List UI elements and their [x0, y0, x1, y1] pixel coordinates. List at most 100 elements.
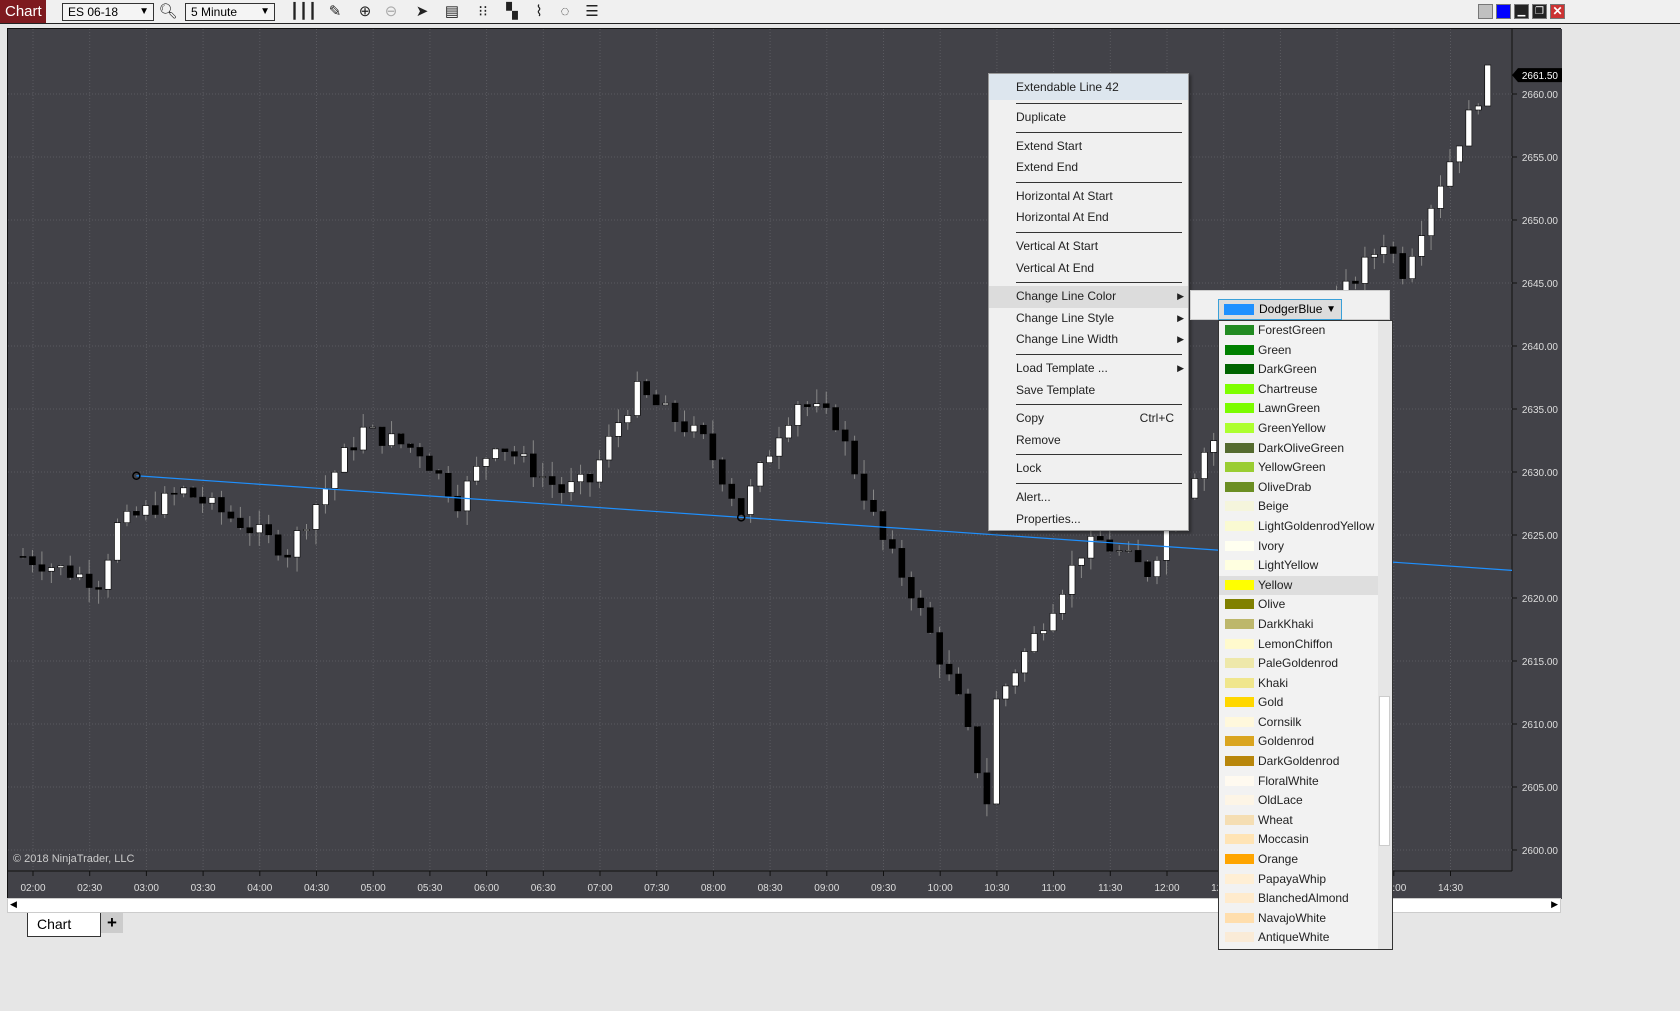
color-option[interactable]: PapayaWhip [1219, 870, 1392, 890]
color-option[interactable]: Goldenrod [1219, 732, 1392, 752]
scroll-thumb[interactable] [1379, 696, 1390, 846]
color-list[interactable]: ForestGreen Green DarkGreen Chartreuse LawnG… [1218, 320, 1393, 950]
properties-icon[interactable]: ⁝⁝ [473, 2, 493, 22]
color-swatch [1225, 716, 1254, 727]
candle [728, 483, 736, 499]
templates-icon[interactable]: ▚ [502, 2, 522, 22]
color-option[interactable]: Green [1219, 341, 1392, 361]
drawing-tool-icon[interactable]: ⌇ [529, 2, 549, 22]
candle [539, 476, 547, 478]
candle [889, 539, 896, 549]
color-option[interactable]: Beige [1219, 497, 1392, 517]
color-name: Beige [1258, 499, 1289, 514]
close-button[interactable]: ✕ [1550, 4, 1565, 19]
color-option[interactable]: Ivory [1219, 537, 1392, 557]
color-option[interactable]: Orange [1219, 850, 1392, 870]
color-option[interactable]: PaleGoldenrod [1219, 654, 1392, 674]
add-tab-button[interactable]: + [101, 913, 123, 933]
gray-color-swatch-button[interactable] [1478, 4, 1493, 19]
restore-button[interactable]: ❐ [1532, 4, 1547, 19]
color-option[interactable]: LightGoldenrodYellow [1219, 517, 1392, 537]
scroll-right-icon[interactable]: ▶ [1551, 899, 1558, 910]
candle [586, 474, 594, 483]
interval-selector[interactable]: 5 Minute ▼ [185, 3, 275, 21]
color-option[interactable]: ForestGreen [1219, 321, 1392, 341]
menu-item-label: Vertical At End [1016, 260, 1095, 275]
menu-item-properties[interactable]: Properties... [989, 509, 1188, 531]
bar-type-icon[interactable]: ┃┃┃ [290, 2, 317, 22]
scroll-left-icon[interactable]: ◀ [10, 899, 17, 910]
color-option[interactable]: Chartreuse [1219, 380, 1392, 400]
menu-item-extend-start[interactable]: Extend Start [989, 136, 1188, 158]
color-swatch [1225, 462, 1254, 473]
color-option[interactable]: GreenYellow [1219, 419, 1392, 439]
color-option[interactable]: FloralWhite [1219, 772, 1392, 792]
candle [1068, 564, 1076, 595]
menu-item-change-line-width[interactable]: Change Line Width ▶ [989, 329, 1188, 351]
color-option[interactable]: DarkKhaki [1219, 615, 1392, 635]
menu-item-change-line-color[interactable]: Change Line Color ▶ [989, 286, 1188, 308]
menu-item-lock[interactable]: Lock [989, 458, 1188, 480]
menu-item-remove[interactable]: Remove [989, 430, 1188, 452]
color-option[interactable]: LemonChiffon [1219, 635, 1392, 655]
zoom-in-icon[interactable]: ⊕ [355, 2, 375, 22]
line-color-dropdown[interactable]: DodgerBlue ▼ [1218, 299, 1342, 320]
candle [237, 517, 244, 529]
pointer-icon[interactable]: ➤ [412, 2, 432, 22]
menu-item-horizontal-at-end[interactable]: Horizontal At End [989, 207, 1188, 229]
pencil-icon[interactable]: ✎ [325, 2, 345, 22]
menu-item-horizontal-at-start[interactable]: Horizontal At Start [989, 186, 1188, 208]
blue-color-swatch-button[interactable] [1496, 4, 1511, 19]
color-option[interactable]: DarkGoldenrod [1219, 752, 1392, 772]
color-option[interactable]: OldLace [1219, 791, 1392, 811]
color-option[interactable]: Wheat [1219, 811, 1392, 831]
menu-item-alert[interactable]: Alert... [989, 487, 1188, 509]
menu-item-copy[interactable]: Copy Ctrl+C [989, 408, 1188, 430]
candle [1437, 185, 1444, 209]
candle [643, 381, 651, 396]
menu-item-save-template[interactable]: Save Template [989, 380, 1188, 402]
candle [1399, 253, 1406, 279]
menu-item-vertical-at-end[interactable]: Vertical At End [989, 258, 1188, 280]
color-option[interactable]: NavajoWhite [1219, 909, 1392, 929]
color-list-scrollbar[interactable] [1378, 321, 1392, 949]
list-icon[interactable]: ☰ [582, 2, 602, 22]
candle [255, 524, 263, 534]
color-option[interactable]: DarkOliveGreen [1219, 439, 1392, 459]
menu-item-duplicate[interactable]: Duplicate [989, 107, 1188, 129]
menu-item-vertical-at-start[interactable]: Vertical At Start [989, 236, 1188, 258]
color-option[interactable]: LawnGreen [1219, 399, 1392, 419]
candle [605, 435, 613, 461]
y-tick-label: 2635.00 [1522, 405, 1559, 416]
color-swatch [1225, 442, 1254, 453]
candle [870, 499, 877, 512]
menu-item-change-line-style[interactable]: Change Line Style ▶ [989, 308, 1188, 330]
color-option[interactable]: OliveDrab [1219, 478, 1392, 498]
color-option[interactable]: LightYellow [1219, 556, 1392, 576]
color-option[interactable]: AntiqueWhite [1219, 928, 1392, 948]
zoom-out-icon[interactable]: ⊖ [381, 2, 401, 22]
color-swatch [1225, 422, 1254, 433]
menu-item-load-template[interactable]: Load Template ... ▶ [989, 358, 1188, 380]
refresh-icon[interactable]: ◌ [555, 2, 575, 22]
color-option[interactable]: BlanchedAlmond [1219, 889, 1392, 909]
menu-item-label: Extend Start [1016, 138, 1083, 153]
color-option[interactable]: Olive [1219, 595, 1392, 615]
y-tick-label: 2640.00 [1522, 342, 1559, 353]
data-box-icon[interactable]: ▤ [442, 2, 462, 22]
menu-item-extend-end[interactable]: Extend End [989, 157, 1188, 179]
color-option[interactable]: Yellow [1219, 575, 1392, 596]
color-option[interactable]: Khaki [1219, 674, 1392, 694]
color-swatch [1225, 481, 1254, 492]
tab-chart[interactable]: Chart [27, 913, 101, 937]
instrument-selector[interactable]: ES 06-18 ▼ [62, 3, 154, 21]
color-option[interactable]: DarkGreen [1219, 360, 1392, 380]
minimize-button[interactable]: ▁ [1514, 4, 1529, 19]
color-option[interactable]: Moccasin [1219, 830, 1392, 850]
search-icon[interactable]: 🔍︎ [158, 2, 178, 22]
color-name: DarkGreen [1258, 362, 1317, 377]
color-option[interactable]: YellowGreen [1219, 458, 1392, 478]
color-option[interactable]: Gold [1219, 693, 1392, 713]
candle [170, 492, 178, 495]
color-option[interactable]: Cornsilk [1219, 713, 1392, 733]
